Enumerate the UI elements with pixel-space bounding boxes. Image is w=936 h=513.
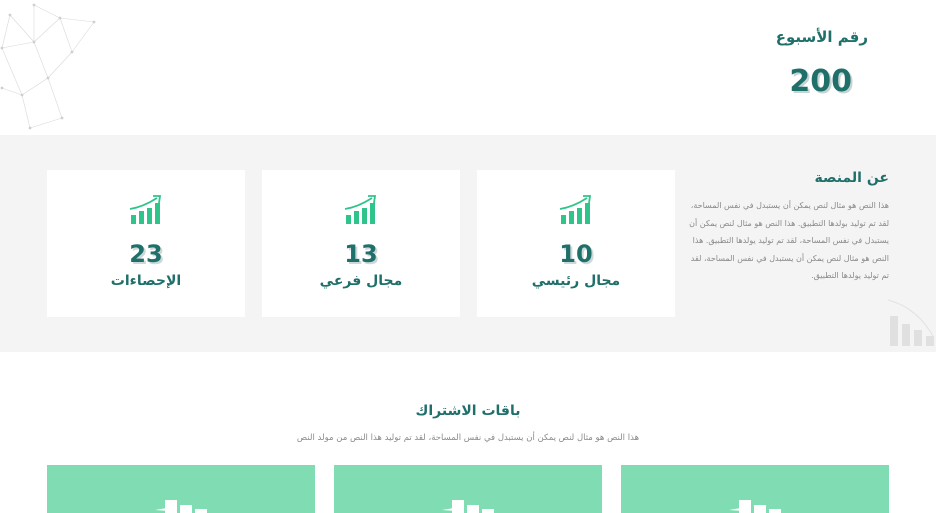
week-title: رقم الأسبوع xyxy=(775,28,868,46)
subscriptions-subtitle: هذا النص هو مثال لنص يمكن أن يستبدل في ن… xyxy=(296,433,640,443)
about-platform: عن المنصة هذا النص هو مثال لنص يمكن أن ي… xyxy=(689,170,889,285)
growth-chart-icon xyxy=(129,195,162,224)
growth-chart-icon xyxy=(559,195,592,224)
stat-label: الإحصاءات xyxy=(110,273,182,289)
week-value: 200 xyxy=(789,64,852,99)
package-chart-icon xyxy=(155,500,207,513)
stat-card-main-fields[interactable]: 10 مجال رئيسي xyxy=(477,170,675,317)
stat-value: 23 xyxy=(129,240,163,268)
stat-value: 10 xyxy=(559,240,593,268)
about-title: عن المنصة xyxy=(814,170,889,186)
growth-chart-icon xyxy=(344,195,377,224)
stat-card-sub-fields[interactable]: 13 مجال فرعي xyxy=(262,170,460,317)
stat-card-statistics[interactable]: 23 الإحصاءات xyxy=(47,170,245,317)
package-chart-icon xyxy=(442,500,494,513)
package-card[interactable] xyxy=(47,465,315,513)
subscriptions-title: باقات الاشتراك xyxy=(415,403,521,419)
package-card[interactable] xyxy=(621,465,889,513)
package-card[interactable] xyxy=(334,465,602,513)
stat-value: 13 xyxy=(344,240,378,268)
package-chart-icon xyxy=(729,500,781,513)
bars-decoration-icon xyxy=(888,299,935,346)
week-section: رقم الأسبوع 200 xyxy=(0,0,936,135)
stat-label: مجال رئيسي xyxy=(531,273,621,289)
about-text: هذا النص هو مثال لنص يمكن أن يستبدل في ن… xyxy=(689,201,889,280)
stat-label: مجال فرعي xyxy=(319,273,403,289)
